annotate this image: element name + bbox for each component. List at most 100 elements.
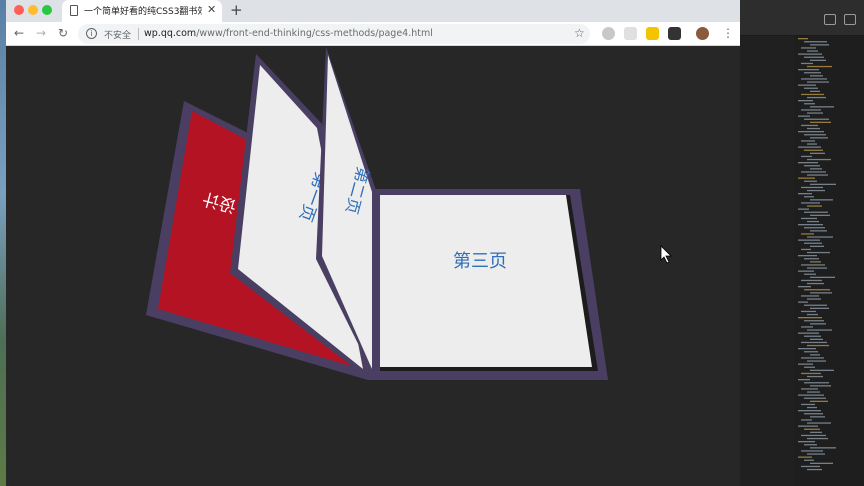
minimap-line: [810, 75, 823, 77]
minimap-line: [807, 344, 829, 347]
minimap-line: [798, 146, 821, 148]
minimap-line: [804, 196, 814, 198]
page-three-text: 第三页: [453, 251, 507, 272]
forward-arrow-icon[interactable]: →: [36, 26, 46, 40]
minimap-line: [798, 53, 822, 55]
tab-bar: 一个简单好看的纯CSS3翻书效果 ✕ +: [6, 0, 740, 22]
minimap-line: [807, 205, 822, 207]
minimap-line: [804, 149, 823, 151]
minimap-line: [810, 261, 821, 263]
minimap-line: [807, 65, 832, 68]
minimap-line: [801, 295, 819, 297]
minimap-line: [798, 177, 815, 179]
minimap-line: [807, 406, 817, 409]
url-text[interactable]: wp.qq.com/www/front-end-thinking/css-met…: [144, 28, 433, 39]
minimap-line: [810, 214, 830, 216]
minimap-line: [804, 444, 817, 446]
minimap-line: [801, 372, 821, 375]
profile-avatar-icon[interactable]: [696, 27, 709, 40]
bookmark-star-icon[interactable]: ☆: [574, 26, 585, 40]
menu-kebab-icon[interactable]: ⋮: [722, 26, 734, 40]
browser-toolbar: ← → ↻ i 不安全 wp.qq.com/www/front-end-thin…: [6, 22, 740, 46]
minimap-line: [798, 301, 808, 303]
split-editor-icon[interactable]: [824, 14, 836, 25]
desktop: 一个简单好看的纯CSS3翻书效果 ✕ + ← → ↻ i 不安全 wp.qq.c…: [0, 0, 864, 486]
minimap-line: [807, 189, 825, 192]
minimap-line: [804, 134, 826, 136]
info-icon[interactable]: i: [86, 28, 97, 39]
minimap-line: [798, 441, 815, 443]
minimap-line: [807, 267, 827, 269]
browser-window: 一个简单好看的纯CSS3翻书效果 ✕ + ← → ↻ i 不安全 wp.qq.c…: [6, 0, 740, 486]
maximize-window-button[interactable]: [42, 5, 52, 15]
new-tab-icon[interactable]: +: [230, 1, 243, 19]
minimap-line: [798, 379, 810, 381]
minimap-line: [801, 388, 818, 390]
editor-minimap[interactable]: [794, 36, 864, 486]
security-label[interactable]: 不安全: [104, 28, 131, 41]
minimap-line: [804, 118, 829, 120]
minimap-line: [804, 351, 818, 353]
browser-tab[interactable]: 一个简单好看的纯CSS3翻书效果 ✕: [62, 0, 222, 22]
reload-icon[interactable]: ↻: [58, 26, 68, 40]
minimap-line: [810, 245, 824, 247]
minimap-line: [801, 419, 812, 421]
minimap-line: [798, 69, 819, 71]
minimap-line: [798, 425, 818, 427]
minimap-line: [801, 434, 826, 437]
minimap-line: [798, 193, 812, 195]
minimap-lines: [798, 38, 836, 471]
close-window-button[interactable]: [14, 5, 24, 15]
minimap-line: [798, 131, 824, 133]
minimap-line: [804, 258, 819, 260]
minimap-line: [804, 103, 815, 105]
minimap-line: [810, 354, 820, 356]
extension-code-icon[interactable]: [624, 27, 637, 40]
minimap-line: [804, 335, 821, 337]
minimap-line: [798, 224, 823, 226]
minimap-line: [804, 397, 826, 399]
minimap-line: [810, 106, 834, 108]
minimap-line: [810, 292, 832, 294]
editor-text-area[interactable]: [740, 36, 794, 486]
minimap-line: [801, 78, 827, 80]
minimap-line: [810, 137, 828, 139]
minimap-line: [801, 233, 814, 235]
minimap-line: [807, 298, 821, 300]
minimap-line: [810, 90, 820, 92]
minimize-window-button[interactable]: [28, 5, 38, 15]
minimap-line: [807, 236, 833, 238]
minimap-line: [804, 273, 816, 275]
more-actions-icon[interactable]: [844, 14, 856, 25]
minimap-line: [810, 307, 829, 309]
minimap-line: [798, 348, 816, 350]
minimap-line: [810, 183, 836, 185]
minimap-line: [807, 375, 823, 378]
minimap-line: [807, 360, 826, 362]
minimap-line: [798, 317, 822, 319]
extension-globe-icon[interactable]: [602, 27, 615, 40]
minimap-line: [798, 208, 809, 210]
minimap-line: [798, 239, 820, 241]
minimap-line: [807, 391, 820, 393]
tab-close-icon[interactable]: ✕: [207, 3, 216, 16]
minimap-line: [810, 400, 828, 402]
minimap-line: [804, 41, 827, 43]
minimap-line: [801, 403, 815, 406]
minimap-line: [804, 413, 823, 415]
extension-qr-icon[interactable]: [668, 27, 681, 40]
minimap-line: [807, 251, 830, 254]
minimap-line: [801, 450, 823, 452]
back-arrow-icon[interactable]: ←: [14, 26, 24, 40]
minimap-line: [804, 459, 814, 461]
minimap-line: [798, 38, 808, 40]
minimap-line: [804, 428, 820, 430]
address-bar[interactable]: i 不安全 wp.qq.com/www/front-end-thinking/c…: [78, 24, 590, 44]
extension-x-icon[interactable]: [646, 27, 659, 40]
minimap-line: [798, 270, 814, 272]
minimap-line: [801, 326, 813, 328]
page-three-face: [380, 195, 592, 367]
tab-title: 一个简单好看的纯CSS3翻书效果: [84, 7, 202, 17]
minimap-line: [807, 313, 818, 316]
minimap-line: [804, 72, 821, 74]
